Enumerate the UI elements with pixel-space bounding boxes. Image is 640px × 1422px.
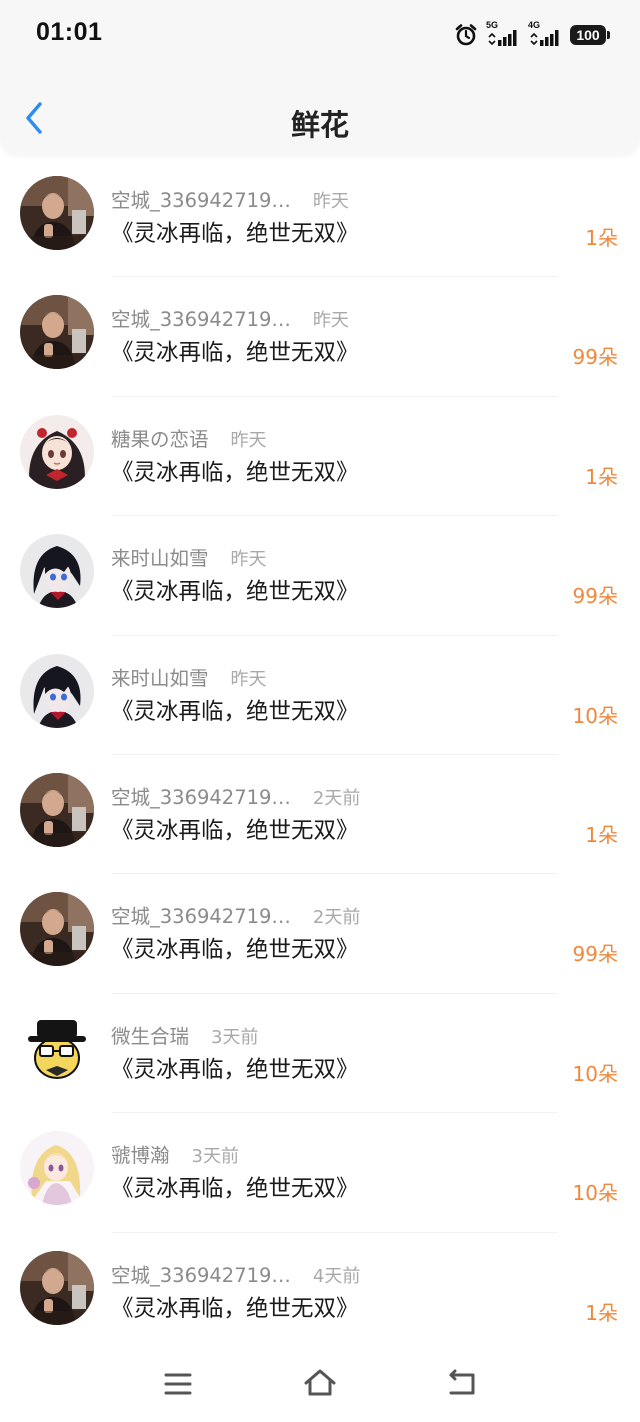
- avatar[interactable]: [20, 1131, 94, 1206]
- avatar[interactable]: [20, 1250, 94, 1325]
- flower-gift-item[interactable]: 微生合瑞 3天前 《灵冰再临，绝世无双》 10朵: [0, 994, 640, 1114]
- sender-name[interactable]: 空城_336942719…: [111, 1259, 291, 1288]
- book-title: 《灵冰再临，绝世无双》: [111, 1056, 359, 1083]
- sender-name[interactable]: 空城_336942719…: [111, 781, 291, 810]
- flower-count: 1朵: [585, 464, 618, 489]
- menu-icon: [164, 1373, 192, 1395]
- network-label-5g: 5G: [486, 20, 499, 30]
- meta-row: 虢博瀚 3天前: [111, 1139, 239, 1168]
- flower-count: 99朵: [572, 942, 618, 967]
- time-ago: 昨天: [312, 310, 349, 332]
- flower-count: 99朵: [572, 345, 618, 370]
- meta-row: 空城_336942719… 2天前: [111, 900, 360, 929]
- header: 鲜花: [0, 70, 640, 154]
- book-title: 《灵冰再临，绝世无双》: [111, 937, 359, 964]
- book-title: 《灵冰再临，绝世无双》: [111, 1176, 359, 1203]
- meta-row: 来时山如雪 昨天: [111, 662, 267, 691]
- signal-5g-icon: 5G: [486, 20, 520, 47]
- network-label-4g: 4G: [528, 20, 541, 30]
- avatar[interactable]: [20, 414, 94, 489]
- flower-gift-item[interactable]: 空城_336942719… 4天前 《灵冰再临，绝世无双》 1朵: [0, 1233, 640, 1352]
- flower-gift-item[interactable]: 空城_336942719… 昨天 《灵冰再临，绝世无双》 1朵: [0, 158, 640, 278]
- sender-name[interactable]: 空城_336942719…: [111, 184, 291, 213]
- status-icons: 5G 4G 100: [454, 20, 610, 48]
- back-icon: [449, 1369, 475, 1395]
- time-ago: 昨天: [230, 668, 267, 690]
- flower-gift-item[interactable]: 糖果の恋语 昨天 《灵冰再临，绝世无双》 1朵: [0, 397, 640, 517]
- time-ago: 2天前: [312, 907, 361, 929]
- book-title: 《灵冰再临，绝世无双》: [111, 459, 359, 486]
- sender-name[interactable]: 糖果の恋语: [111, 423, 209, 452]
- book-title: 《灵冰再临，绝世无双》: [111, 698, 359, 725]
- menu-button[interactable]: [158, 1364, 198, 1404]
- meta-row: 空城_336942719… 昨天: [111, 303, 349, 332]
- sender-name[interactable]: 空城_336942719…: [111, 303, 291, 332]
- system-back-button[interactable]: [442, 1364, 482, 1404]
- avatar[interactable]: [20, 1011, 94, 1086]
- avatar[interactable]: [20, 176, 94, 250]
- avatar[interactable]: [20, 653, 94, 728]
- flower-gift-item[interactable]: 来时山如雪 昨天 《灵冰再临，绝世无双》 10朵: [0, 636, 640, 755]
- navigation-bar: [0, 1346, 640, 1422]
- alarm-icon: [454, 23, 478, 47]
- meta-row: 微生合瑞 3天前: [111, 1020, 258, 1049]
- book-title: 《灵冰再临，绝世无双》: [111, 817, 359, 844]
- meta-row: 糖果の恋语 昨天: [111, 423, 267, 452]
- page-title: 鲜花: [290, 108, 349, 142]
- book-title: 《灵冰再临，绝世无双》: [111, 221, 359, 247]
- avatar[interactable]: [20, 892, 94, 967]
- time-ago: 昨天: [230, 429, 267, 451]
- avatar[interactable]: [20, 772, 94, 847]
- meta-row: 空城_336942719… 昨天: [111, 184, 349, 213]
- book-title: 《灵冰再临，绝世无双》: [111, 340, 359, 367]
- book-title: 《灵冰再临，绝世无双》: [111, 1295, 359, 1322]
- signal-4g-icon: 4G: [528, 20, 562, 47]
- time-ago: 4天前: [312, 1265, 361, 1287]
- book-title: 《灵冰再临，绝世无双》: [111, 579, 359, 606]
- avatar[interactable]: [20, 295, 94, 370]
- flower-count: 1朵: [585, 822, 618, 847]
- time-ago: 昨天: [230, 549, 267, 571]
- flower-gift-item[interactable]: 来时山如雪 昨天 《灵冰再临，绝世无双》 99朵: [0, 516, 640, 636]
- meta-row: 空城_336942719… 2天前: [111, 781, 360, 810]
- status-time: 01:01: [36, 18, 103, 46]
- home-icon: [304, 1369, 336, 1396]
- time-ago: 2天前: [312, 787, 361, 809]
- sender-name[interactable]: 来时山如雪: [111, 542, 209, 571]
- flower-count: 99朵: [572, 584, 618, 609]
- time-ago: 3天前: [211, 1026, 259, 1048]
- flower-gift-item[interactable]: 空城_336942719… 2天前 《灵冰再临，绝世无双》 99朵: [0, 874, 640, 994]
- time-ago: 3天前: [191, 1146, 239, 1168]
- sender-name[interactable]: 虢博瀚: [111, 1139, 170, 1168]
- flower-count: 10朵: [572, 1061, 618, 1086]
- home-button[interactable]: [300, 1364, 340, 1404]
- avatar[interactable]: [20, 534, 94, 609]
- flower-gift-item[interactable]: 空城_336942719… 昨天 《灵冰再临，绝世无双》 99朵: [0, 277, 640, 397]
- flower-count: 10朵: [572, 1181, 618, 1206]
- flower-gift-list: 空城_336942719… 昨天 《灵冰再临，绝世无双》 1朵 空城_33694…: [0, 158, 640, 1352]
- flower-count: 1朵: [585, 1300, 618, 1325]
- flower-gift-item[interactable]: 空城_336942719… 2天前 《灵冰再临，绝世无双》 1朵: [0, 755, 640, 875]
- flower-count: 1朵: [585, 226, 618, 250]
- meta-row: 来时山如雪 昨天: [111, 542, 267, 571]
- sender-name[interactable]: 空城_336942719…: [111, 900, 291, 929]
- sender-name[interactable]: 来时山如雪: [111, 662, 209, 691]
- flower-gift-item[interactable]: 虢博瀚 3天前 《灵冰再临，绝世无双》 10朵: [0, 1113, 640, 1233]
- meta-row: 空城_336942719… 4天前: [111, 1259, 360, 1288]
- status-bar: 01:01 5G 4G 100: [0, 0, 640, 70]
- flower-count: 10朵: [572, 703, 618, 728]
- time-ago: 昨天: [312, 191, 349, 212]
- battery-icon: 100: [570, 25, 610, 45]
- sender-name[interactable]: 微生合瑞: [111, 1020, 189, 1049]
